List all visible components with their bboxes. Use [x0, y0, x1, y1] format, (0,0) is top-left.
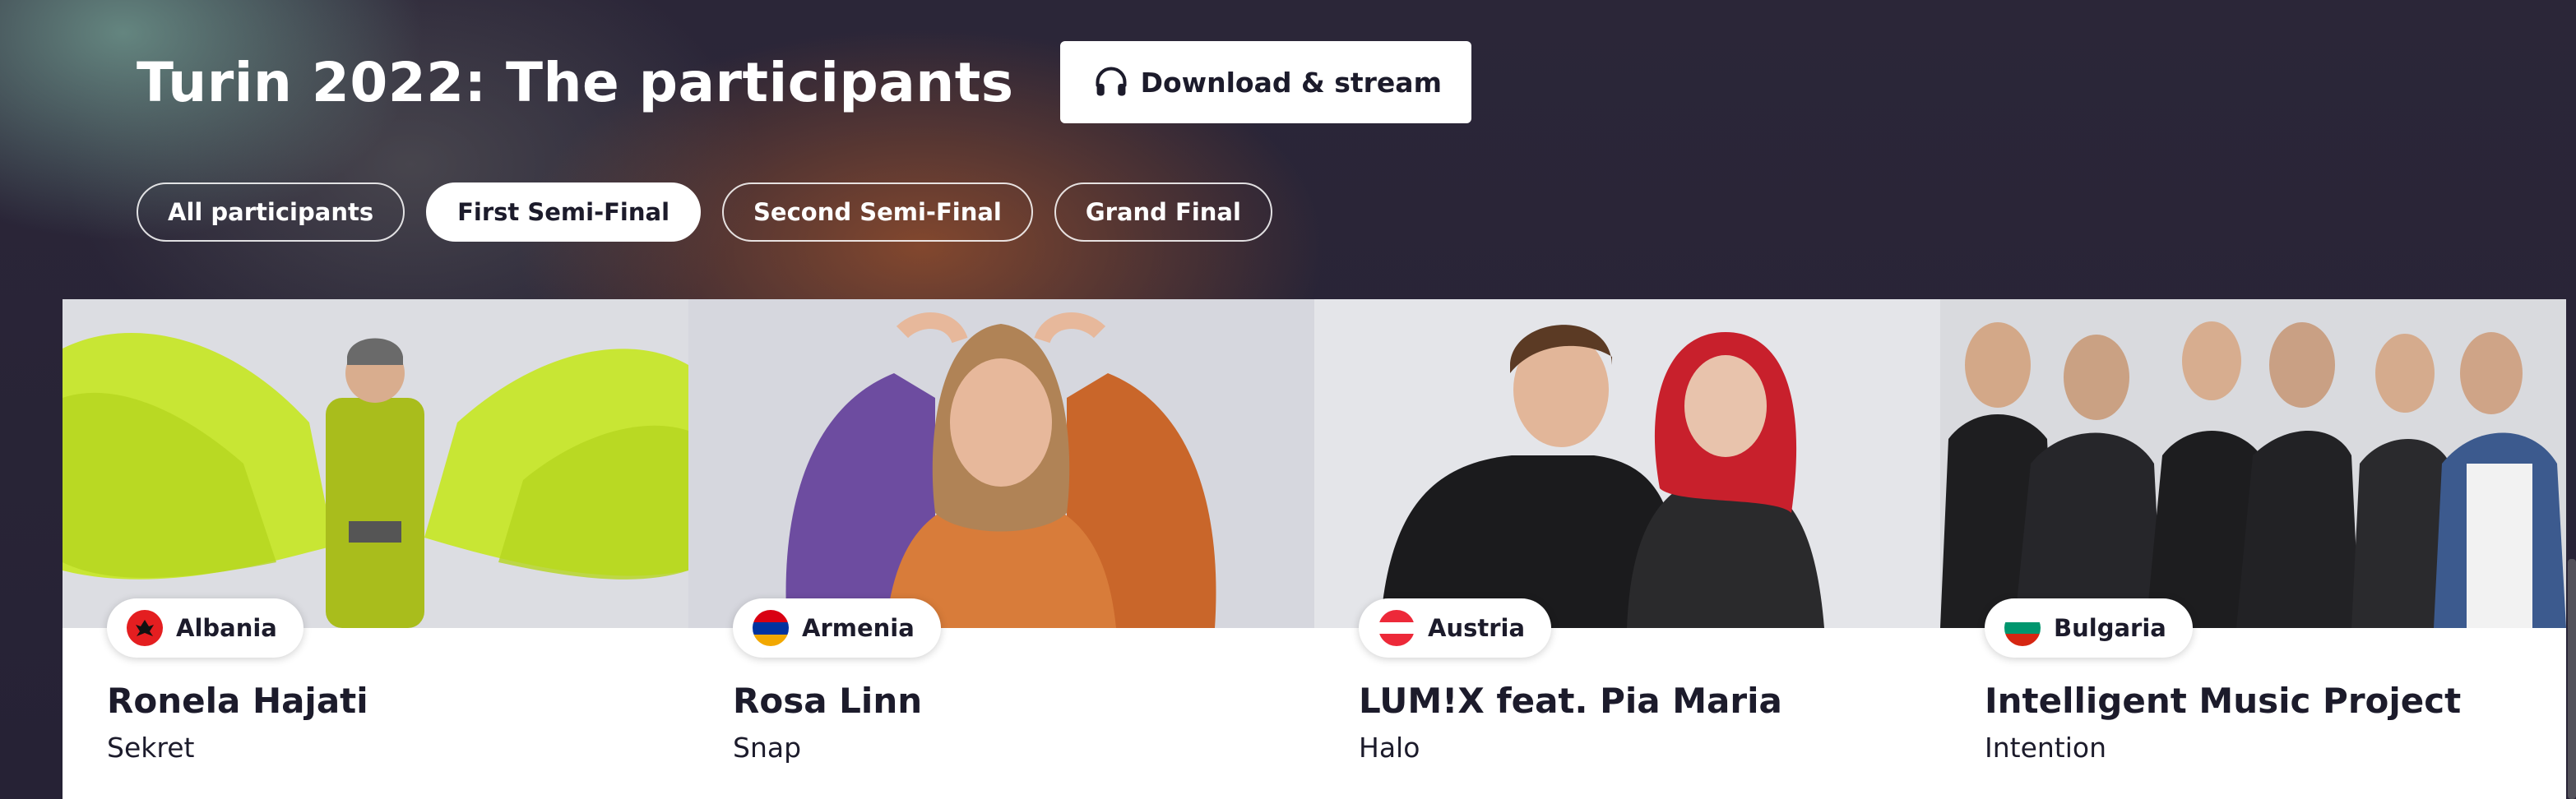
- bulgaria-flag-icon: [2004, 610, 2041, 646]
- albania-flag-icon: [127, 610, 163, 646]
- artist-name: Rosa Linn: [733, 681, 923, 721]
- artist-photo: [688, 299, 1314, 628]
- country-name: Albania: [176, 614, 277, 642]
- song-title: Sekret: [107, 732, 195, 764]
- country-badge: Albania: [107, 598, 303, 658]
- country-badge: Bulgaria: [1985, 598, 2193, 658]
- austria-flag-icon: [1378, 610, 1415, 646]
- page-header: Turin 2022: The participants Download & …: [137, 41, 1471, 123]
- artist-photo: [1314, 299, 1940, 628]
- artist-name: Ronela Hajati: [107, 681, 368, 721]
- song-title: Snap: [733, 732, 802, 764]
- armenia-flag-icon: [753, 610, 789, 646]
- round-filter-tabs: All participants First Semi-Final Second…: [137, 182, 1272, 242]
- download-stream-label: Download & stream: [1140, 66, 1442, 99]
- participant-card-albania[interactable]: Albania Ronela Hajati Sekret: [63, 299, 688, 799]
- country-badge: Armenia: [733, 598, 941, 658]
- filter-all-participants[interactable]: All participants: [137, 182, 405, 242]
- country-name: Austria: [1428, 614, 1526, 642]
- country-name: Bulgaria: [2054, 614, 2166, 642]
- participant-cards: Albania Ronela Hajati Sekret Armenia Ros…: [63, 299, 2566, 799]
- song-title: Halo: [1359, 732, 1420, 764]
- artist-photo: [1940, 299, 2566, 628]
- participant-card-bulgaria[interactable]: Bulgaria Intelligent Music Project Inten…: [1940, 299, 2566, 799]
- filter-grand-final[interactable]: Grand Final: [1054, 182, 1272, 242]
- participant-card-austria[interactable]: Austria LUM!X feat. Pia Maria Halo: [1314, 299, 1940, 799]
- headphones-icon: [1093, 64, 1129, 100]
- filter-first-semi-final[interactable]: First Semi-Final: [426, 182, 702, 242]
- artist-photo: [63, 299, 688, 628]
- country-name: Armenia: [802, 614, 915, 642]
- artist-name: LUM!X feat. Pia Maria: [1359, 681, 1782, 721]
- country-badge: Austria: [1359, 598, 1552, 658]
- download-stream-button[interactable]: Download & stream: [1059, 41, 1471, 123]
- page-title: Turin 2022: The participants: [137, 50, 1014, 114]
- filter-second-semi-final[interactable]: Second Semi-Final: [722, 182, 1033, 242]
- participant-card-armenia[interactable]: Armenia Rosa Linn Snap: [688, 299, 1314, 799]
- page-scrollbar[interactable]: [2568, 559, 2576, 799]
- artist-name: Intelligent Music Project: [1985, 681, 2462, 721]
- song-title: Intention: [1985, 732, 2107, 764]
